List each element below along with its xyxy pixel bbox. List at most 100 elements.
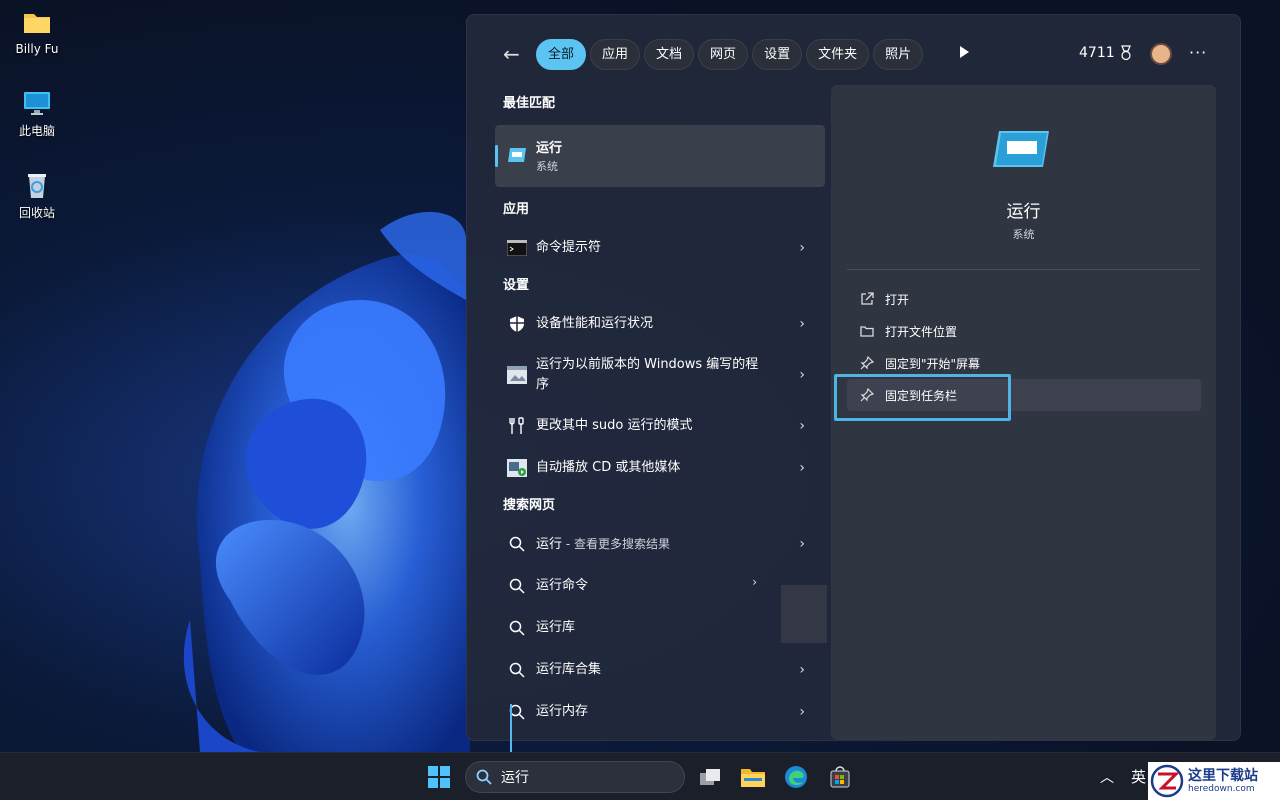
shield-icon (507, 314, 527, 334)
more-filters-play-icon[interactable] (960, 46, 969, 58)
tools-icon (507, 416, 527, 436)
user-avatar[interactable] (1150, 43, 1172, 65)
rewards-points[interactable]: 4711 (1079, 45, 1133, 61)
filter-apps[interactable]: 应用 (590, 39, 641, 70)
result-label: 设备性能和运行状况 (536, 316, 654, 331)
section-header-settings: 设置 (503, 278, 530, 293)
chevron-up-icon[interactable]: ︿ (1100, 767, 1114, 787)
run-app-icon (508, 148, 526, 162)
section-header-apps: 应用 (503, 202, 530, 217)
web-result-item[interactable]: 运行库 › (495, 607, 825, 649)
points-value: 4711 (1079, 45, 1115, 61)
annotation-arrow (504, 704, 518, 762)
folder-icon (22, 8, 52, 38)
web-result-label: 运行库 (536, 620, 576, 635)
action-pin-to-taskbar[interactable]: 固定到任务栏 (834, 374, 1201, 421)
watermark-logo-icon (1150, 764, 1184, 798)
web-result-item[interactable]: 运行内存 › (495, 691, 825, 733)
run-app-large-icon (993, 131, 1049, 167)
watermark-url: heredown.com (1188, 783, 1255, 794)
search-input[interactable] (501, 767, 671, 787)
preview-actions: 打开 打开文件位置 固定到"开始"屏幕 固定到任务栏 (834, 283, 1201, 421)
taskbar: ︿ 英 (0, 752, 1280, 800)
store-icon (830, 766, 850, 788)
pin-icon (859, 355, 875, 371)
action-label: 固定到"开始"屏幕 (885, 356, 981, 371)
filter-documents[interactable]: 文档 (644, 39, 695, 70)
desktop-icon-user-folder[interactable]: Billy Fu (6, 8, 68, 56)
filter-all[interactable]: 全部 (536, 39, 587, 70)
filter-settings[interactable]: 设置 (752, 39, 803, 70)
start-button[interactable] (425, 763, 453, 791)
selection-accent (495, 145, 498, 167)
result-item[interactable]: 命令提示符 › (495, 227, 825, 269)
section-header-best-match: 最佳匹配 (503, 96, 556, 111)
result-item[interactable]: 自动播放 CD 或其他媒体 › (495, 447, 825, 489)
best-match-title: 运行 (536, 141, 563, 156)
windows-logo-icon (428, 766, 450, 788)
filter-folders[interactable]: 文件夹 (806, 39, 870, 70)
chevron-right-icon[interactable]: › (799, 460, 805, 476)
result-label: 自动播放 CD 或其他媒体 (536, 460, 681, 475)
chevron-right-icon[interactable]: › (799, 240, 805, 256)
task-view-button[interactable] (696, 763, 724, 791)
result-label: 命令提示符 (536, 240, 602, 255)
best-match-run[interactable]: 运行 系统 (495, 125, 825, 187)
action-open[interactable]: 打开 (847, 283, 1201, 315)
action-label: 打开 (885, 292, 910, 307)
action-open-file-location[interactable]: 打开文件位置 (847, 315, 1201, 347)
more-options-icon[interactable]: ··· (1189, 43, 1207, 62)
medal-icon (1120, 45, 1131, 61)
desktop-icon-label: 回收站 (18, 206, 55, 220)
web-result-suffix: - 查看更多搜索结果 (562, 536, 670, 551)
result-item[interactable]: 更改其中 sudo 运行的模式 › (495, 405, 825, 447)
web-result-label: 运行命令 (536, 578, 589, 593)
desktop-icon-recycle-bin[interactable]: 回收站 (6, 170, 68, 221)
open-external-icon (859, 291, 875, 307)
web-result-item[interactable]: 运行 - 查看更多搜索结果 › (495, 523, 825, 565)
chevron-right-icon[interactable]: › (799, 316, 805, 332)
file-explorer-button[interactable] (739, 763, 767, 791)
edge-icon (785, 766, 807, 788)
desktop-icon-this-pc[interactable]: 此电脑 (6, 88, 68, 139)
search-icon (507, 660, 527, 680)
watermark: 这里下载站 heredown.com (1148, 762, 1280, 800)
pin-icon (859, 387, 875, 403)
chevron-right-icon[interactable]: › (799, 418, 805, 434)
back-arrow-icon[interactable]: ← (503, 42, 527, 66)
chevron-right-icon[interactable]: › (799, 536, 805, 552)
result-item[interactable]: 运行为以前版本的 Windows 编写的程序 › (495, 345, 825, 405)
preview-subtitle: 系统 (1012, 228, 1035, 241)
input-method-indicator[interactable]: 英 (1131, 766, 1146, 787)
taskbar-search-box[interactable] (465, 761, 685, 793)
filter-chips: 全部 应用 文档 网页 设置 文件夹 照片 (536, 39, 924, 70)
results-list: 最佳匹配 运行 系统 应用 命令提示符 › 设置 设备性能和运行状况 › 运行为… (495, 87, 825, 733)
web-result-label: 运行库合集 (536, 662, 602, 677)
search-panel: ← 全部 应用 文档 网页 设置 文件夹 照片 4711 ··· 最佳匹配 运行… (466, 14, 1241, 741)
filter-bar: ← 全部 应用 文档 网页 设置 文件夹 照片 4711 ··· (467, 15, 1240, 85)
result-label: 更改其中 sudo 运行的模式 (536, 418, 693, 433)
autoplay-icon (507, 458, 527, 478)
folder-outline-icon (859, 323, 875, 339)
web-result-label: 运行 (536, 536, 563, 552)
store-button[interactable] (826, 763, 854, 791)
filter-web[interactable]: 网页 (698, 39, 749, 70)
web-result-item[interactable]: 运行库合集 › (495, 649, 825, 691)
result-item[interactable]: 设备性能和运行状况 › (495, 303, 825, 345)
watermark-title: 这里下载站 (1188, 767, 1258, 784)
filter-photos[interactable]: 照片 (873, 39, 924, 70)
action-label: 打开文件位置 (885, 324, 958, 339)
chevron-right-icon[interactable]: › (799, 662, 805, 678)
best-match-subtitle: 系统 (536, 160, 558, 173)
chevron-right-icon[interactable]: › (799, 704, 805, 720)
task-view-icon (700, 769, 720, 785)
chevron-right-icon[interactable]: › (752, 575, 757, 589)
chevron-right-icon[interactable]: › (799, 367, 805, 383)
recycle-bin-icon (22, 170, 52, 200)
preview-pane: 运行 系统 打开 打开文件位置 固定到"开始"屏幕 固定到任务栏 (831, 85, 1216, 740)
edge-browser-button[interactable] (782, 763, 810, 791)
overlay-patch (781, 585, 827, 643)
web-result-item[interactable]: 运行命令 › (495, 565, 825, 607)
search-icon (507, 534, 527, 554)
compat-icon (507, 365, 527, 385)
